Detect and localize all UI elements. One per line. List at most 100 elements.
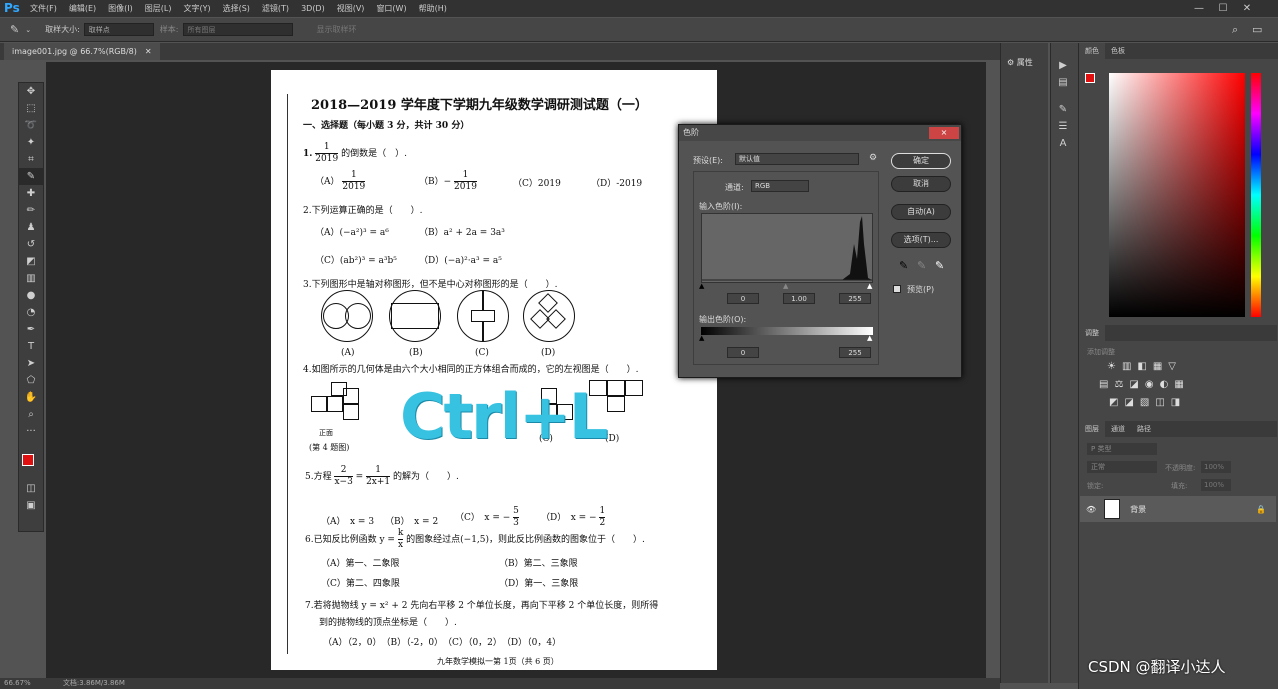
zoom-level[interactable]: 66.67% (4, 679, 31, 687)
document-tab[interactable]: image001.jpg @ 66.7%(RGB/8) ✕ (4, 43, 160, 60)
tab-color[interactable]: 颜色 (1079, 43, 1105, 59)
close-icon[interactable]: ✕ (1236, 0, 1258, 17)
menu-layer[interactable]: 图层(L) (139, 0, 178, 17)
history-brush-tool-icon[interactable]: ↺ (19, 236, 43, 253)
channel-select[interactable]: RGB (751, 180, 809, 192)
preset-select[interactable]: 默认值 (735, 153, 859, 165)
eyedropper-icon[interactable]: ✎ (10, 23, 19, 36)
menu-filter[interactable]: 滤镜(T) (256, 0, 295, 17)
properties-tab[interactable]: ⚙ 属性 (1001, 43, 1048, 68)
tab-layers[interactable]: 图层 (1079, 421, 1105, 437)
magic-wand-tool-icon[interactable]: ✦ (19, 134, 43, 151)
output-black-slider-icon[interactable]: ▲ (699, 334, 704, 342)
brush-panel-icon[interactable]: ✎ (1051, 101, 1075, 118)
show-ring-checkbox[interactable]: 显示取样环 (317, 24, 357, 35)
output-white-slider-icon[interactable]: ▲ (867, 334, 872, 342)
output-slider-track[interactable]: ▲ ▲ (699, 334, 873, 343)
healing-brush-tool-icon[interactable]: ✚ (19, 185, 43, 202)
menu-file[interactable]: 文件(F) (24, 0, 63, 17)
workspace-icon[interactable]: ▭ (1252, 23, 1262, 36)
menu-type[interactable]: 文字(Y) (177, 0, 216, 17)
input-gamma-slider-icon[interactable]: ▲ (783, 282, 788, 290)
dialog-close-button[interactable]: × (929, 127, 959, 139)
menu-help[interactable]: 帮助(H) (413, 0, 453, 17)
character-panel-icon[interactable]: A (1051, 135, 1075, 152)
white-eyedropper-icon[interactable]: ✎ (935, 259, 944, 272)
quick-mask-icon[interactable]: ◫ (19, 480, 43, 497)
zoom-tool-icon[interactable]: ⌕ (19, 406, 43, 423)
clone-stamp-tool-icon[interactable]: ♟ (19, 219, 43, 236)
tab-close-icon[interactable]: ✕ (145, 43, 152, 60)
brush-tool-icon[interactable]: ✏ (19, 202, 43, 219)
eyedropper-tool-icon[interactable]: ✎ (19, 168, 43, 185)
menu-view[interactable]: 视图(V) (331, 0, 371, 17)
sample-size-label: 取样大小: (45, 25, 80, 34)
visibility-eye-icon[interactable]: 👁 (1086, 505, 1096, 514)
auto-button[interactable]: 自动(A) (891, 204, 951, 220)
input-gamma-field[interactable]: 1.00 (783, 293, 815, 304)
tab-swatches[interactable]: 色板 (1105, 43, 1131, 59)
screen-mode-icon[interactable]: ▣ (19, 497, 43, 514)
output-black-field[interactable]: 0 (727, 347, 759, 358)
minimize-icon[interactable]: — (1188, 0, 1210, 17)
maximize-icon[interactable]: ☐ (1212, 0, 1234, 17)
input-slider-track[interactable]: ▲ ▲ ▲ (699, 282, 873, 291)
actions-panel-icon[interactable]: ▤ (1051, 74, 1075, 91)
menu-window[interactable]: 窗口(W) (370, 0, 412, 17)
path-selection-tool-icon[interactable]: ➤ (19, 355, 43, 372)
search-icon[interactable]: ⌕ (1232, 23, 1238, 37)
history-panel-icon[interactable]: ▶ (1051, 57, 1075, 74)
layer-kind-filter[interactable]: P 类型 (1087, 443, 1157, 455)
gray-eyedropper-icon[interactable]: ✎ (917, 259, 926, 272)
move-tool-icon[interactable]: ✥ (19, 83, 43, 100)
menu-edit[interactable]: 编辑(E) (63, 0, 102, 17)
fill-field[interactable]: 100% (1201, 479, 1231, 491)
dodge-tool-icon[interactable]: ◔ (19, 304, 43, 321)
sample-size-select[interactable]: 取样点 (83, 23, 154, 36)
hue-slider[interactable] (1251, 73, 1261, 317)
output-white-field[interactable]: 255 (839, 347, 871, 358)
shape-tool-icon[interactable]: ⬠ (19, 372, 43, 389)
layer-row-background[interactable]: 👁 背景 🔒 (1080, 496, 1276, 522)
color-field[interactable] (1109, 73, 1245, 317)
input-black-field[interactable]: 0 (727, 293, 759, 304)
black-eyedropper-icon[interactable]: ✎ (899, 259, 908, 272)
crop-tool-icon[interactable]: ⌗ (19, 151, 43, 168)
adjustment-icons-row-2[interactable]: ▤⚖◪◉◐▦ (1099, 379, 1190, 390)
adjustment-icons-row-1[interactable]: ☀▥◧▦▽ (1107, 361, 1182, 372)
opacity-field[interactable]: 100% (1201, 461, 1231, 473)
more-tools-icon[interactable]: ··· (19, 423, 43, 440)
lasso-tool-icon[interactable]: ➰ (19, 117, 43, 134)
options-button[interactable]: 选项(T)... (891, 232, 951, 248)
marquee-tool-icon[interactable]: ⬚ (19, 100, 43, 117)
blend-mode-select[interactable]: 正常 (1087, 461, 1157, 473)
type-tool-icon[interactable]: T (19, 338, 43, 355)
input-black-slider-icon[interactable]: ▲ (699, 282, 704, 290)
tab-adjustments[interactable]: 调整 (1079, 325, 1105, 341)
hand-tool-icon[interactable]: ✋ (19, 389, 43, 406)
adjustment-icons-row-3[interactable]: ◩◪▧◫◨ (1109, 397, 1186, 408)
tab-paths[interactable]: 路径 (1131, 421, 1157, 437)
adjust-panel-icon[interactable]: ☰ (1051, 118, 1075, 135)
gradient-tool-icon[interactable]: ▥ (19, 270, 43, 287)
color-fg-swatch[interactable] (1085, 73, 1095, 83)
eraser-tool-icon[interactable]: ◩ (19, 253, 43, 270)
menu-3d[interactable]: 3D(D) (295, 0, 331, 17)
color-swatches[interactable] (19, 440, 43, 480)
chevron-down-icon[interactable]: ⌄ (25, 26, 31, 34)
preview-checkbox[interactable] (893, 285, 901, 293)
sample-select[interactable]: 所有图层 (182, 23, 293, 36)
options-bar: ✎ ⌄ 取样大小: 取样点 样本: 所有图层 显示取样环 ⌕ ▭ (0, 18, 1278, 42)
q2-option-a: （A）(−a²)³ = a⁶ (315, 228, 389, 238)
menu-image[interactable]: 图像(I) (102, 0, 139, 17)
cancel-button[interactable]: 取消 (891, 176, 951, 192)
input-white-slider-icon[interactable]: ▲ (867, 282, 872, 290)
menu-select[interactable]: 选择(S) (217, 0, 256, 17)
pen-tool-icon[interactable]: ✒ (19, 321, 43, 338)
ok-button[interactable]: 确定 (891, 153, 951, 169)
input-white-field[interactable]: 255 (839, 293, 871, 304)
foreground-color-swatch[interactable] (22, 454, 34, 466)
tab-channels[interactable]: 通道 (1105, 421, 1131, 437)
preset-options-gear-icon[interactable]: ⚙ (869, 153, 877, 163)
blur-tool-icon[interactable]: ● (19, 287, 43, 304)
